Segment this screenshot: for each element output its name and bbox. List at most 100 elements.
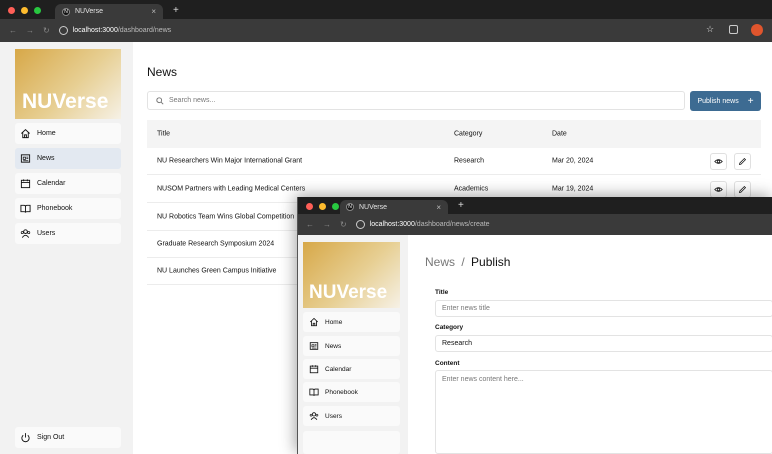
search-icon bbox=[156, 96, 164, 105]
sidebar-item-calendar[interactable]: Calendar bbox=[15, 173, 121, 194]
favicon-icon: N bbox=[346, 203, 354, 211]
title-input[interactable]: Enter news title bbox=[435, 300, 772, 317]
category-label: Category bbox=[435, 324, 464, 331]
pencil-icon bbox=[738, 185, 747, 194]
url-field[interactable]: localhost:3000/dashboard/news/create bbox=[355, 220, 490, 229]
window-controls bbox=[8, 7, 41, 14]
sidebar-item-label: Home bbox=[37, 130, 56, 137]
new-tab-button[interactable]: + bbox=[458, 200, 464, 211]
category-select[interactable]: Research bbox=[435, 335, 772, 352]
close-window-button[interactable] bbox=[8, 7, 15, 14]
tab-title: NUVerse bbox=[359, 203, 388, 211]
row-date: Mar 19, 2024 bbox=[552, 185, 594, 193]
minimize-window-button[interactable] bbox=[21, 7, 28, 14]
sidebar-item-label: Calendar bbox=[325, 365, 352, 373]
eye-icon bbox=[714, 187, 723, 192]
forward-icon[interactable]: → bbox=[26, 26, 34, 35]
breadcrumb-parent[interactable]: News bbox=[425, 255, 455, 269]
url-host: localhost:3000 bbox=[369, 221, 415, 228]
content-placeholder: Enter news content here... bbox=[442, 376, 524, 383]
sign-out-label: Sign Out bbox=[37, 434, 65, 441]
extension-icon[interactable] bbox=[729, 25, 738, 34]
users-icon bbox=[20, 229, 31, 238]
sidebar-item-users[interactable]: Users bbox=[15, 223, 121, 244]
sidebar-item-label: News bbox=[325, 342, 342, 350]
new-tab-button[interactable]: + bbox=[173, 5, 179, 16]
plus-icon: + bbox=[747, 95, 754, 107]
row-category: Academics bbox=[454, 185, 489, 193]
minimize-window-button[interactable] bbox=[319, 203, 326, 210]
url-host: localhost:3000 bbox=[72, 27, 118, 34]
sidebar-item-phonebook[interactable]: Phonebook bbox=[15, 198, 121, 219]
sidebar-item-home[interactable]: Home bbox=[15, 123, 121, 144]
tab-title: NUVerse bbox=[75, 8, 104, 15]
view-button[interactable] bbox=[710, 153, 727, 170]
book-icon bbox=[20, 204, 31, 213]
window-controls bbox=[306, 203, 339, 210]
column-header-category: Category bbox=[454, 130, 483, 138]
site-info-icon[interactable] bbox=[58, 26, 68, 35]
sidebar: NUVerse Home News Calendar Phonebook Use… bbox=[298, 235, 408, 454]
sidebar-item-label: Home bbox=[325, 318, 343, 326]
sidebar-item-news[interactable]: News bbox=[303, 336, 400, 356]
reload-icon[interactable]: ↻ bbox=[340, 220, 347, 229]
row-title: NU Robotics Team Wins Global Competition bbox=[157, 213, 295, 221]
calendar-icon bbox=[20, 179, 31, 189]
table-row[interactable]: NU Researchers Win Major International G… bbox=[147, 148, 761, 175]
breadcrumb: News / Publish bbox=[425, 255, 510, 269]
row-title: NU Launches Green Campus Initiative bbox=[157, 267, 277, 275]
news-icon bbox=[309, 342, 319, 350]
title-placeholder: Enter news title bbox=[442, 305, 490, 312]
browser-tab[interactable]: N NUVerse × bbox=[340, 200, 448, 214]
edit-button[interactable] bbox=[734, 153, 751, 170]
maximize-window-button[interactable] bbox=[332, 203, 339, 210]
sidebar-item-label: Calendar bbox=[37, 180, 66, 187]
maximize-window-button[interactable] bbox=[34, 7, 41, 14]
back-icon[interactable]: ← bbox=[9, 26, 17, 35]
browser-tab[interactable]: N NUVerse × bbox=[55, 4, 163, 19]
sidebar-item-news[interactable]: News bbox=[15, 148, 121, 169]
close-window-button[interactable] bbox=[306, 203, 313, 210]
column-header-title: Title bbox=[157, 130, 170, 138]
home-icon bbox=[309, 317, 319, 327]
row-title: NUSOM Partners with Leading Medical Cent… bbox=[157, 185, 306, 193]
back-icon[interactable]: ← bbox=[306, 220, 314, 229]
row-title: NU Researchers Win Major International G… bbox=[157, 157, 303, 165]
close-tab-icon[interactable]: × bbox=[436, 203, 441, 212]
row-title: Graduate Research Symposium 2024 bbox=[157, 240, 275, 248]
view-button[interactable] bbox=[710, 181, 727, 198]
sidebar-item-home[interactable]: Home bbox=[303, 312, 400, 332]
logo: NUVerse bbox=[15, 49, 121, 119]
search-input[interactable]: Search news... bbox=[147, 91, 685, 110]
table-header: Title Category Date bbox=[147, 120, 761, 148]
content-textarea[interactable]: Enter news content here... bbox=[435, 370, 772, 454]
profile-icon[interactable] bbox=[751, 24, 763, 36]
address-bar: ← → ↻ localhost:3000/dashboard/news/crea… bbox=[298, 214, 772, 235]
sidebar-item-users[interactable]: Users bbox=[303, 406, 400, 426]
close-tab-icon[interactable]: × bbox=[151, 7, 156, 16]
power-icon bbox=[21, 433, 30, 443]
search-placeholder: Search news... bbox=[169, 97, 216, 104]
address-bar: ← → ↻ localhost:3000/dashboard/news ☆ bbox=[0, 19, 772, 42]
sidebar-item-label: Users bbox=[325, 412, 342, 420]
edit-button[interactable] bbox=[734, 181, 751, 198]
browser-window-create: N NUVerse × + ← → ↻ localhost:3000/dashb… bbox=[297, 197, 772, 454]
favicon-icon: N bbox=[62, 7, 70, 16]
reload-icon[interactable]: ↻ bbox=[43, 26, 50, 35]
breadcrumb-separator: / bbox=[461, 255, 465, 269]
users-icon bbox=[309, 412, 319, 421]
site-info-icon[interactable] bbox=[355, 220, 365, 229]
news-icon bbox=[20, 154, 31, 163]
sidebar-item-label: Users bbox=[37, 230, 56, 237]
sign-out-button[interactable]: Sign Out bbox=[15, 427, 121, 448]
category-value: Research bbox=[442, 340, 472, 347]
home-icon bbox=[21, 129, 30, 139]
url-path: /dashboard/news/create bbox=[414, 221, 490, 228]
url-field[interactable]: localhost:3000/dashboard/news bbox=[58, 26, 171, 35]
publish-news-button[interactable]: Publish news + bbox=[690, 91, 761, 111]
sidebar-item-calendar[interactable]: Calendar bbox=[303, 359, 400, 379]
sidebar-item-label: Phonebook bbox=[325, 388, 358, 396]
star-icon[interactable]: ☆ bbox=[706, 24, 714, 35]
forward-icon[interactable]: → bbox=[323, 220, 331, 229]
sidebar-item-phonebook[interactable]: Phonebook bbox=[303, 382, 400, 402]
